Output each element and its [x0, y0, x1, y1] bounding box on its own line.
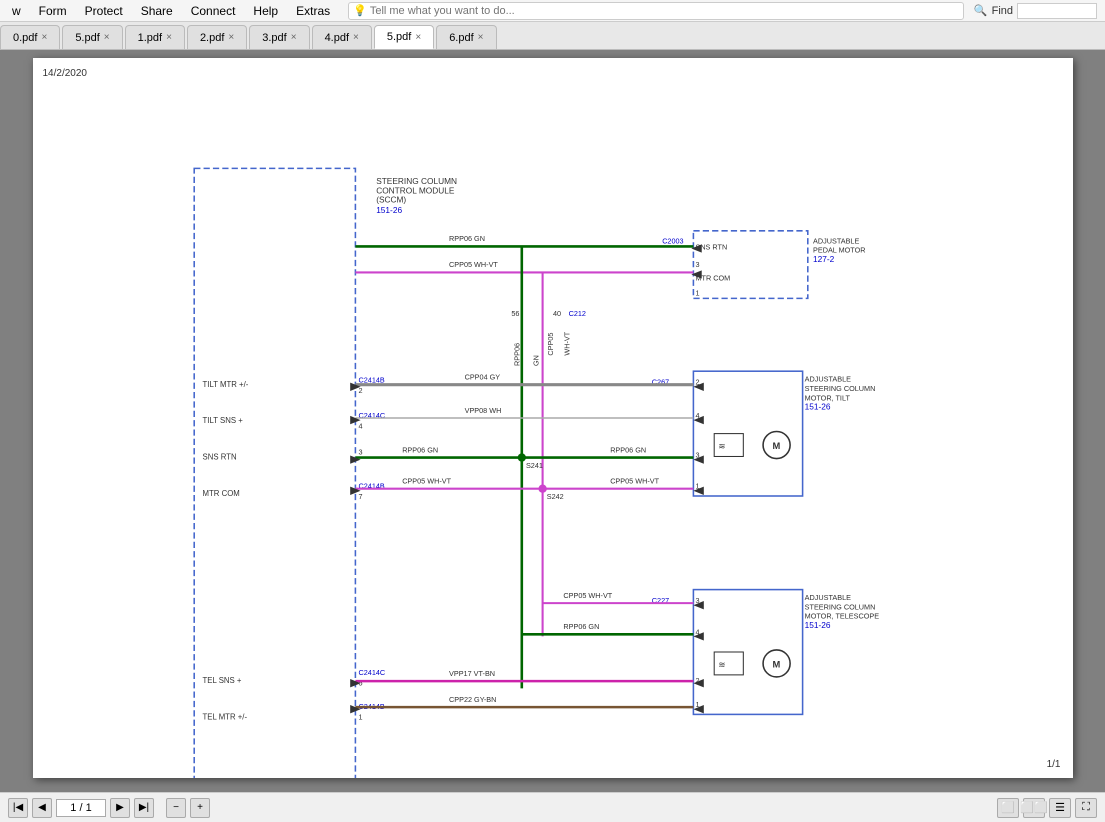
svg-text:127-2: 127-2 — [813, 254, 835, 264]
tab-close-1[interactable]: × — [104, 32, 110, 43]
zoom-out-button[interactable]: − — [166, 798, 186, 818]
svg-text:WH-VT: WH-VT — [562, 331, 571, 355]
svg-text:56: 56 — [511, 309, 519, 318]
svg-text:C2414C: C2414C — [358, 668, 385, 677]
tab-close-5[interactable]: × — [353, 32, 359, 43]
svg-text:RPP06 GN: RPP06 GN — [610, 445, 646, 454]
svg-text:(SCCM): (SCCM) — [376, 195, 406, 205]
svg-text:40: 40 — [553, 309, 561, 318]
svg-text:3: 3 — [695, 260, 699, 269]
schematic-diagram: STEERING COLUMN CONTROL MODULE (SCCM) 15… — [33, 58, 1073, 778]
svg-text:CPP05 WH-VT: CPP05 WH-VT — [563, 591, 612, 600]
svg-text:TEL MTR +/-: TEL MTR +/- — [202, 713, 247, 722]
tab-5pdf-active[interactable]: 5.pdf × — [374, 25, 434, 49]
find-input[interactable] — [1017, 3, 1097, 19]
svg-text:S242: S242 — [546, 492, 563, 501]
tab-close-7[interactable]: × — [478, 32, 484, 43]
tab-close-6[interactable]: × — [415, 32, 421, 43]
tab-close-4[interactable]: × — [291, 32, 297, 43]
tab-3pdf[interactable]: 3.pdf × — [249, 25, 309, 49]
svg-text:MTR COM: MTR COM — [202, 489, 239, 498]
svg-text:3: 3 — [358, 447, 362, 456]
main-content: 14/2/2020 1/1 STEERING COLUMN CONTROL MO… — [0, 50, 1105, 792]
scroll-view-button[interactable]: ☰ — [1049, 798, 1071, 818]
svg-text:RPP06 GN: RPP06 GN — [449, 234, 485, 243]
svg-text:CPP05 WH-VT: CPP05 WH-VT — [449, 260, 498, 269]
find-label: Find — [992, 5, 1013, 17]
two-page-view-button[interactable]: ⬜⬜ — [1023, 798, 1045, 818]
svg-text:151-26: 151-26 — [804, 620, 830, 630]
menu-item-extras[interactable]: Extras — [288, 2, 338, 20]
svg-text:ADJUSTABLE: ADJUSTABLE — [813, 236, 859, 245]
svg-text:M: M — [772, 441, 780, 451]
svg-text:S241: S241 — [525, 461, 542, 470]
page-number: 1/1 — [1047, 759, 1061, 770]
next-page-button[interactable]: ▶ — [110, 798, 130, 818]
svg-text:1: 1 — [358, 713, 362, 722]
svg-text:M: M — [772, 660, 780, 670]
svg-text:VPP08 WH: VPP08 WH — [464, 406, 501, 415]
find-bar: 🔍 Find — [974, 3, 1097, 19]
svg-text:SNS RTN: SNS RTN — [202, 453, 236, 462]
menu-item-protect[interactable]: Protect — [77, 2, 131, 20]
last-page-button[interactable]: ▶| — [134, 798, 154, 818]
svg-text:ADJUSTABLE: ADJUSTABLE — [804, 593, 850, 602]
tab-2pdf[interactable]: 2.pdf × — [187, 25, 247, 49]
prev-page-button[interactable]: ◀ — [32, 798, 52, 818]
svg-text:≋: ≋ — [718, 441, 725, 451]
svg-text:RPP06: RPP06 — [512, 343, 521, 366]
svg-text:TILT SNS +: TILT SNS + — [202, 416, 243, 425]
svg-text:TILT MTR +/-: TILT MTR +/- — [202, 380, 248, 389]
menu-bar: w Form Protect Share Connect Help Extras… — [0, 0, 1105, 22]
zoom-in-button[interactable]: + — [190, 798, 210, 818]
svg-text:ADJUSTABLE: ADJUSTABLE — [804, 375, 850, 384]
svg-text:CPP05: CPP05 — [546, 333, 555, 356]
svg-text:7: 7 — [358, 492, 362, 501]
tab-5pdf-1[interactable]: 5.pdf × — [62, 25, 122, 49]
svg-text:2: 2 — [358, 386, 362, 395]
tab-close-2[interactable]: × — [166, 32, 172, 43]
svg-text:CPP05 WH-VT: CPP05 WH-VT — [610, 477, 659, 486]
svg-text:151-26: 151-26 — [804, 402, 830, 412]
tab-close-3[interactable]: × — [228, 32, 234, 43]
svg-text:RPP06 GN: RPP06 GN — [563, 622, 599, 631]
svg-text:VPP17 VT-BN: VPP17 VT-BN — [449, 669, 495, 678]
first-page-button[interactable]: |◀ — [8, 798, 28, 818]
svg-text:TEL SNS +: TEL SNS + — [202, 676, 241, 685]
svg-text:STEERING COLUMN: STEERING COLUMN — [804, 602, 875, 611]
tab-close-0[interactable]: × — [41, 32, 47, 43]
tab-6pdf[interactable]: 6.pdf × — [436, 25, 496, 49]
svg-text:151-26: 151-26 — [376, 205, 402, 215]
search-input[interactable] — [370, 5, 959, 17]
menu-item-help[interactable]: Help — [245, 2, 286, 20]
page-date: 14/2/2020 — [43, 68, 88, 79]
svg-text:1: 1 — [695, 288, 699, 297]
single-page-view-button[interactable]: ⬜ — [997, 798, 1019, 818]
menu-item-connect[interactable]: Connect — [183, 2, 244, 20]
tab-4pdf[interactable]: 4.pdf × — [312, 25, 372, 49]
svg-text:RPP06 GN: RPP06 GN — [402, 445, 438, 454]
svg-text:GN: GN — [531, 355, 540, 366]
page-input[interactable]: 1 / 1 — [56, 799, 106, 817]
menu-item-share[interactable]: Share — [133, 2, 181, 20]
menu-item-form[interactable]: Form — [31, 2, 75, 20]
svg-text:STEERING COLUMN: STEERING COLUMN — [804, 384, 875, 393]
search-bar[interactable]: 💡 — [348, 2, 964, 20]
full-screen-button[interactable]: ⛶ — [1075, 798, 1097, 818]
tab-bar: 0.pdf × 5.pdf × 1.pdf × 2.pdf × 3.pdf × … — [0, 22, 1105, 50]
menu-item-w[interactable]: w — [4, 2, 29, 20]
svg-text:CPP22 GY-BN: CPP22 GY-BN — [449, 695, 496, 704]
tab-0pdf[interactable]: 0.pdf × — [0, 25, 60, 49]
svg-text:4: 4 — [358, 421, 362, 430]
svg-text:CPP05 WH-VT: CPP05 WH-VT — [402, 477, 451, 486]
svg-text:C212: C212 — [568, 309, 585, 318]
tab-1pdf[interactable]: 1.pdf × — [125, 25, 185, 49]
svg-text:≋: ≋ — [718, 660, 725, 670]
svg-text:CPP04 GY: CPP04 GY — [464, 373, 500, 382]
bottom-toolbar: |◀ ◀ 1 / 1 ▶ ▶| − + ⬜ ⬜⬜ ☰ ⛶ — [0, 792, 1105, 822]
svg-text:C2003: C2003 — [662, 236, 683, 245]
pdf-page: 14/2/2020 1/1 STEERING COLUMN CONTROL MO… — [33, 58, 1073, 778]
